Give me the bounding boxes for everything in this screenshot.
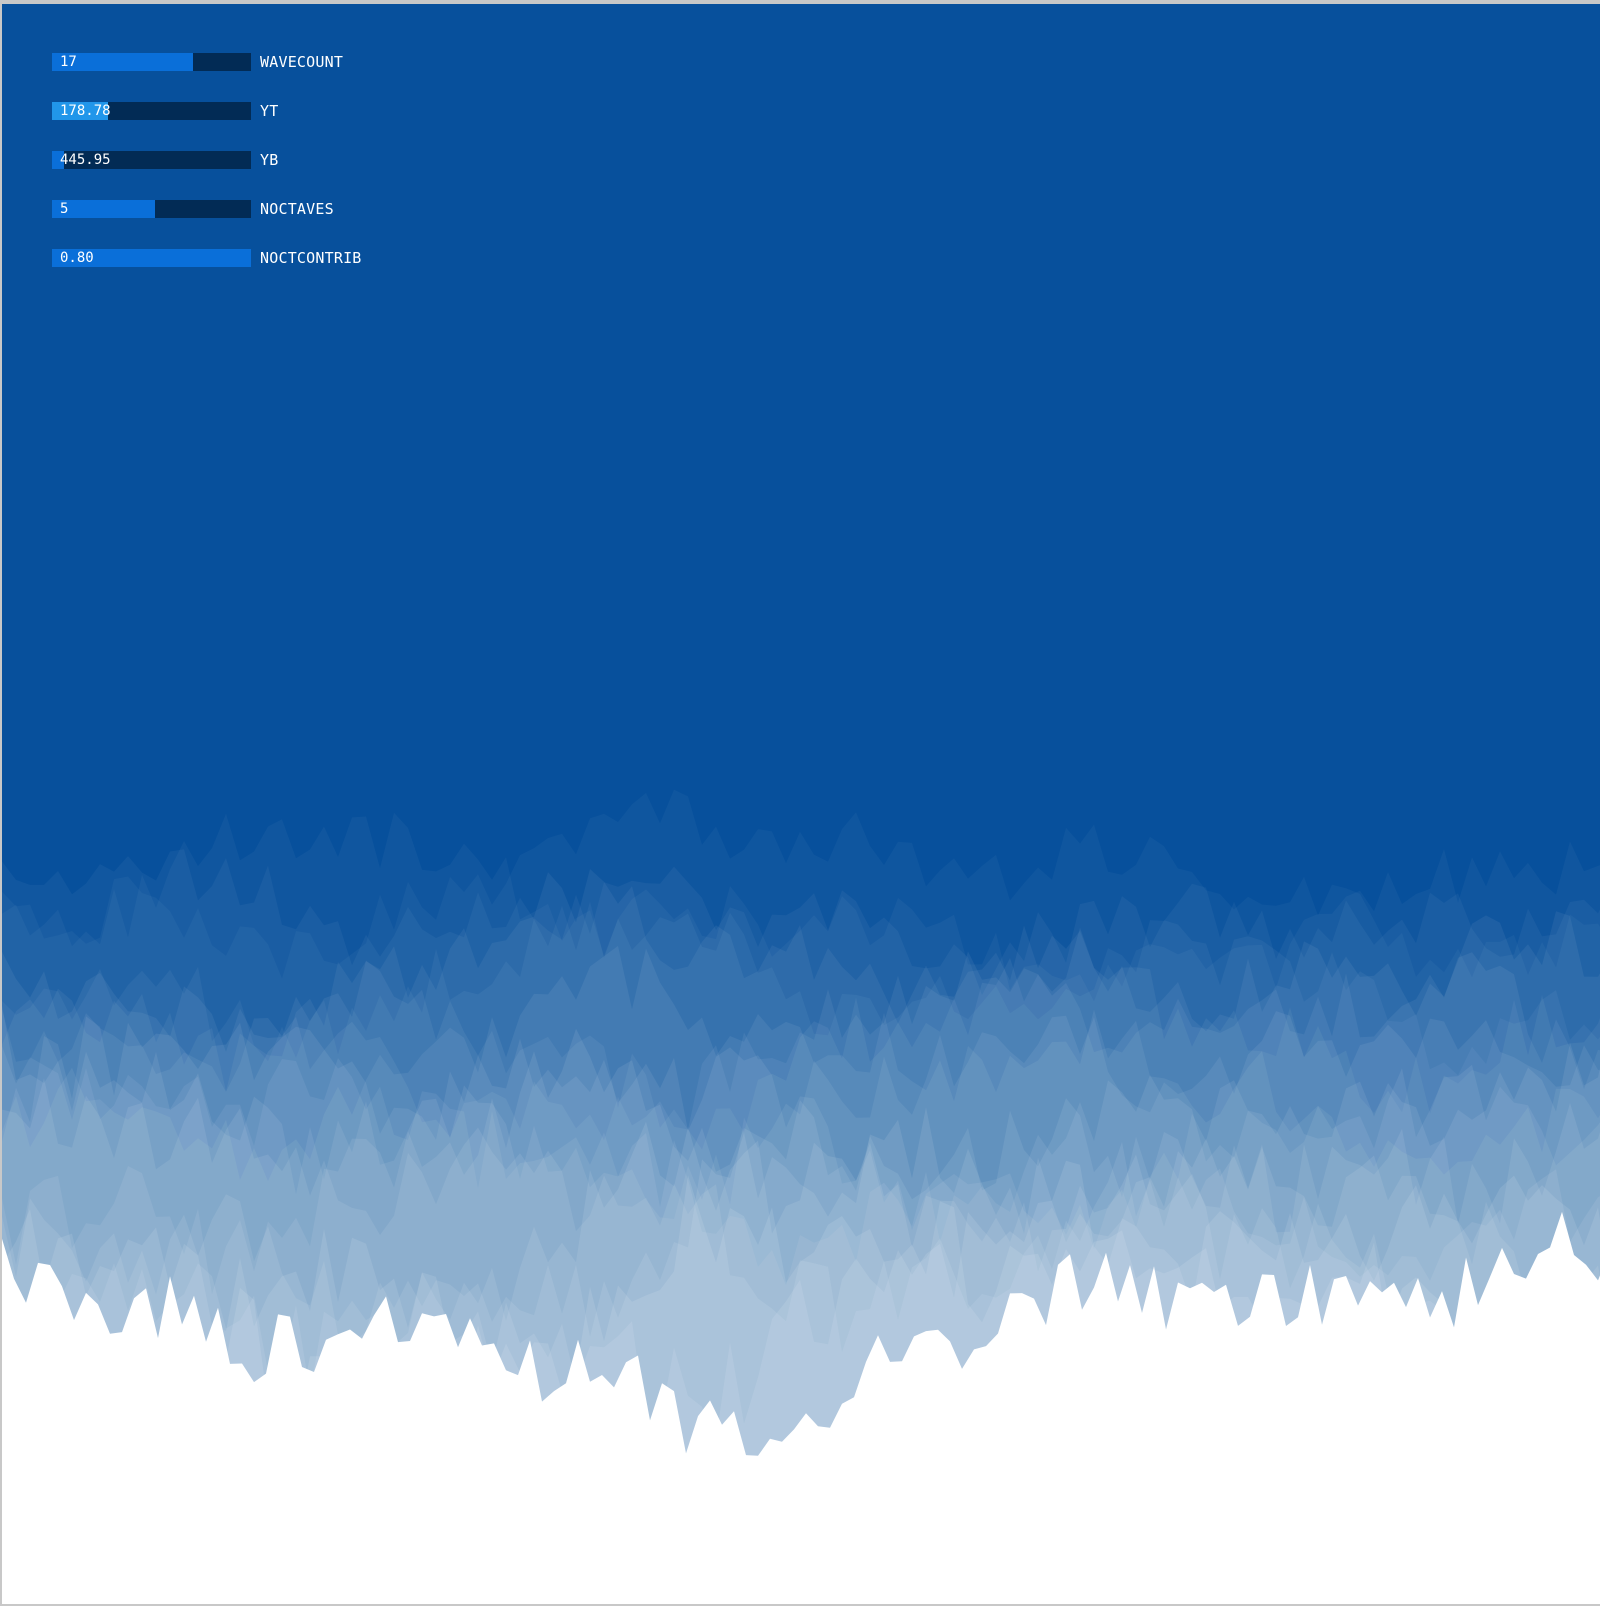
sketch-canvas[interactable]: 17 WAVECOUNT 178.78 YT 445.95 YB 5 NOCTA…	[2, 4, 1600, 1604]
slider-label: YT	[260, 102, 279, 120]
app-window: 17 WAVECOUNT 178.78 YT 445.95 YB 5 NOCTA…	[0, 0, 1600, 1606]
slider-value: 445.95	[60, 152, 111, 168]
slider-label: NOCTCONTRIB	[260, 249, 362, 267]
slider-label: WAVECOUNT	[260, 53, 344, 71]
slider-row-noctaves: 5 NOCTAVES	[52, 200, 452, 218]
slider-row-wavecount: 17 WAVECOUNT	[52, 53, 452, 71]
terrain-visualization	[2, 849, 1600, 1604]
slider-value: 178.78	[60, 103, 111, 119]
slider-value: 0.80	[60, 250, 94, 266]
slider-row-noctcontrib: 0.80 NOCTCONTRIB	[52, 249, 452, 267]
noctcontrib-slider[interactable]: 0.80	[52, 249, 251, 267]
slider-value: 17	[60, 54, 77, 70]
yt-slider[interactable]: 178.78	[52, 102, 251, 120]
slider-label: NOCTAVES	[260, 200, 334, 218]
slider-value: 5	[60, 201, 69, 217]
slider-row-yb: 445.95 YB	[52, 151, 452, 169]
yb-slider[interactable]: 445.95	[52, 151, 251, 169]
wavecount-slider[interactable]: 17	[52, 53, 251, 71]
slider-label: YB	[260, 151, 279, 169]
slider-row-yt: 178.78 YT	[52, 102, 452, 120]
noctaves-slider[interactable]: 5	[52, 200, 251, 218]
